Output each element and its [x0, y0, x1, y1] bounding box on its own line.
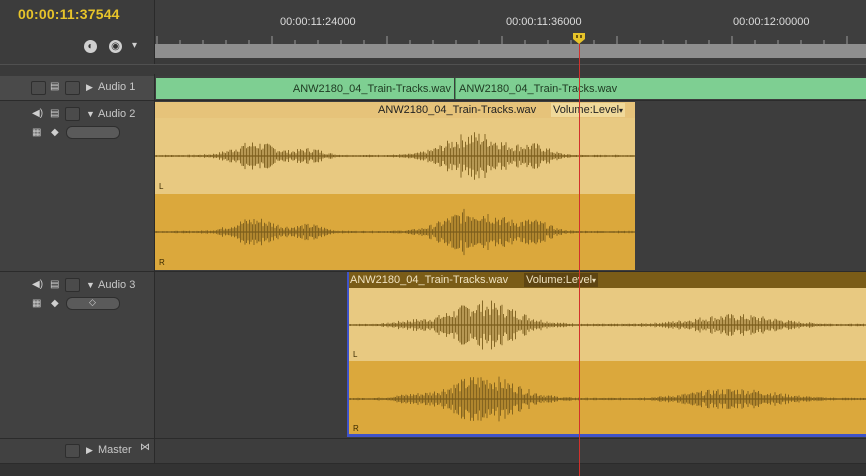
bowtie-icon[interactable]: ⋈ — [140, 442, 150, 453]
audio-clip[interactable]: ANW2180_04_Train-Tracks.wav — [156, 78, 454, 99]
mute-button[interactable] — [31, 81, 46, 95]
channel-label: L — [159, 182, 164, 191]
clip-title: ANW2180_04_Train-Tracks.wav — [459, 83, 618, 95]
settings-icon[interactable]: ▾ — [132, 40, 140, 51]
volume-slider[interactable]: ◇ — [66, 297, 120, 310]
channel-label: L — [353, 350, 358, 359]
track-header-audio-2[interactable]: ◀) ▤ ▼ Audio 2 ▦ ◆ — [0, 101, 154, 272]
track-name: Audio 2 — [98, 108, 136, 120]
ruler-ticks — [156, 36, 848, 44]
track-header-master[interactable]: ▶ Master ⋈ — [0, 439, 154, 464]
speaker-icon[interactable]: ◀) — [32, 279, 43, 290]
lane-master — [155, 439, 866, 464]
audio-clip[interactable]: ANW2180_04_Train-Tracks.wav — [455, 78, 866, 99]
expand-triangle-icon[interactable]: ▶ — [86, 82, 93, 93]
keyframe-icon[interactable]: ◆ — [51, 298, 59, 309]
track-header-audio-3[interactable]: ◀) ▤ ▼ Audio 3 ▦ ◆ ◇ — [0, 272, 154, 439]
waveform — [155, 132, 635, 256]
solo-button[interactable] — [65, 81, 80, 95]
playhead-line[interactable] — [579, 35, 580, 476]
meter-icon[interactable]: ▦ — [32, 298, 41, 309]
expand-triangle-icon[interactable]: ▶ — [86, 445, 93, 456]
ruler-label: 00:00:12:00000 — [733, 16, 810, 28]
sync-icon[interactable]: ▤ — [50, 108, 59, 119]
ruler-label: 00:00:11:36000 — [506, 16, 582, 28]
clip-title: ANW2180_04_Train-Tracks.wav — [292, 83, 451, 95]
sync-icon[interactable]: ▤ — [50, 81, 59, 92]
waveform — [349, 300, 866, 422]
bottom-area — [0, 464, 866, 476]
track-separator — [0, 64, 866, 74]
volume-slider[interactable] — [66, 126, 120, 139]
current-timecode[interactable]: 00:00:11:37544 — [18, 6, 120, 22]
keyframe-icon[interactable]: ◇ — [89, 297, 96, 308]
sync-icon[interactable]: ▤ — [50, 279, 59, 290]
solo-button[interactable] — [65, 107, 80, 121]
keyframe-icon[interactable]: ◆ — [51, 127, 59, 138]
collapse-triangle-icon[interactable]: ▼ — [86, 280, 95, 290]
track-name: Audio 3 — [98, 279, 136, 291]
collapse-triangle-icon[interactable]: ▼ — [86, 109, 95, 119]
track-name: Master — [98, 444, 132, 456]
work-area-bar[interactable] — [155, 44, 866, 58]
audio-clip-selected[interactable]: ANW2180_04_Train-Tracks.wav Volume:Level… — [347, 272, 866, 437]
marker-icon[interactable]: ◉ — [109, 40, 122, 53]
solo-button[interactable] — [65, 444, 80, 458]
audio-clip[interactable]: ANW2180_04_Train-Tracks.wav Volume:Level… — [155, 102, 635, 270]
track-name: Audio 1 — [98, 81, 136, 93]
channel-label: R — [353, 424, 359, 433]
solo-button[interactable] — [65, 278, 80, 292]
ruler-label: 00:00:11:24000 — [280, 16, 356, 28]
snap-icon[interactable]: ◐ — [84, 40, 97, 53]
playhead-handle-icon[interactable] — [573, 33, 585, 44]
meter-icon[interactable]: ▦ — [32, 127, 41, 138]
speaker-icon[interactable]: ◀) — [32, 108, 43, 119]
channel-label: R — [159, 258, 165, 267]
track-header-audio-1[interactable]: ▤ ▶ Audio 1 — [0, 76, 154, 101]
